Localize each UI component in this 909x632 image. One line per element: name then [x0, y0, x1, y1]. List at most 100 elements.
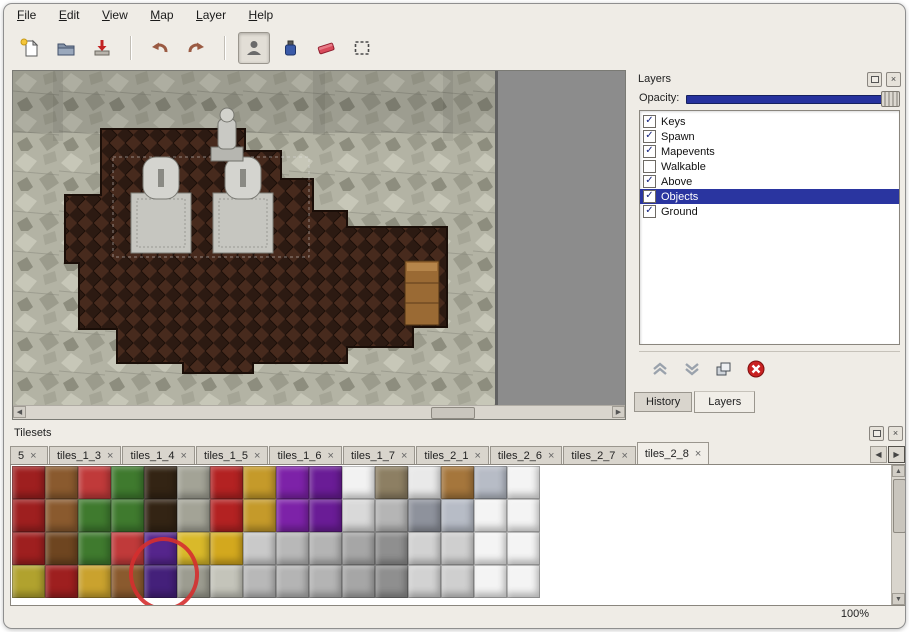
map-horizontal-scrollbar[interactable]: ◀ ▶: [13, 405, 625, 419]
tileset-tab-tiles_1_6[interactable]: tiles_1_6 ×: [269, 446, 341, 464]
save-button[interactable]: [86, 32, 118, 64]
layer-row-mapevents[interactable]: ✓ Mapevents: [640, 144, 899, 159]
duplicate-layer-button[interactable]: [713, 359, 735, 379]
tileset-tile[interactable]: [111, 466, 144, 499]
tileset-tile[interactable]: [144, 565, 177, 598]
tileset-tile[interactable]: [408, 466, 441, 499]
tileset-tile[interactable]: [210, 532, 243, 565]
tileset-tile[interactable]: [342, 499, 375, 532]
layer-checkbox[interactable]: ✓: [643, 130, 656, 143]
tileset-tile[interactable]: [507, 565, 540, 598]
tileset-tile[interactable]: [243, 565, 276, 598]
tileset-vertical-scrollbar[interactable]: ▲ ▼: [891, 465, 906, 605]
opacity-slider[interactable]: [686, 90, 900, 106]
tileset-tile[interactable]: [243, 532, 276, 565]
tileset-tile[interactable]: [375, 466, 408, 499]
new-file-button[interactable]: [14, 32, 46, 64]
tileset-tile[interactable]: [243, 466, 276, 499]
tileset-tile[interactable]: [210, 565, 243, 598]
menu-help[interactable]: Help: [240, 4, 283, 25]
eraser-tool-button[interactable]: [310, 32, 342, 64]
tileset-tab-tiles_1_4[interactable]: tiles_1_4 ×: [122, 446, 194, 464]
tileset-tile[interactable]: [78, 466, 111, 499]
fill-tool-button[interactable]: [274, 32, 306, 64]
tabs-scroll-right-button[interactable]: ▶: [888, 446, 905, 463]
layer-row-objects[interactable]: ✓ Objects: [640, 189, 899, 204]
scroll-right-icon[interactable]: ▶: [612, 406, 625, 418]
close-tab-icon[interactable]: ×: [401, 451, 407, 461]
tileset-tile[interactable]: [507, 532, 540, 565]
tileset-tile[interactable]: [276, 565, 309, 598]
layer-checkbox[interactable]: ✓: [643, 190, 656, 203]
close-tab-icon[interactable]: ×: [548, 451, 554, 461]
tileset-tile[interactable]: [78, 532, 111, 565]
tileset-tile[interactable]: [342, 466, 375, 499]
layer-checkbox[interactable]: [643, 160, 656, 173]
tileset-tile[interactable]: [78, 499, 111, 532]
move-layer-up-button[interactable]: [649, 359, 671, 379]
layer-checkbox[interactable]: ✓: [643, 115, 656, 128]
map-canvas[interactable]: [13, 71, 623, 405]
tileset-tile[interactable]: [144, 499, 177, 532]
close-tab-icon[interactable]: ×: [621, 451, 627, 461]
tileset-tile[interactable]: [342, 565, 375, 598]
close-tab-icon[interactable]: ×: [328, 451, 334, 461]
layer-checkbox[interactable]: ✓: [643, 145, 656, 158]
close-tab-icon[interactable]: ×: [181, 451, 187, 461]
tileset-tab-tiles_2_1[interactable]: tiles_2_1 ×: [416, 446, 488, 464]
redo-button[interactable]: [180, 32, 212, 64]
tileset-tile[interactable]: [474, 532, 507, 565]
tileset-tile[interactable]: [177, 499, 210, 532]
tileset-tile[interactable]: [177, 532, 210, 565]
layer-checkbox[interactable]: ✓: [643, 175, 656, 188]
scroll-down-icon[interactable]: ▼: [892, 593, 905, 605]
tileset-tile[interactable]: [309, 499, 342, 532]
tileset-tile[interactable]: [243, 499, 276, 532]
tileset-tile[interactable]: [177, 466, 210, 499]
layer-checkbox[interactable]: ✓: [643, 205, 656, 218]
layer-row-spawn[interactable]: ✓ Spawn: [640, 129, 899, 144]
tileset-tab-5[interactable]: 5 ×: [10, 446, 48, 464]
tileset-tile[interactable]: [507, 499, 540, 532]
tileset-tile[interactable]: [474, 466, 507, 499]
delete-layer-button[interactable]: [745, 359, 767, 379]
tileset-tile[interactable]: [408, 565, 441, 598]
tileset-tab-tiles_1_3[interactable]: tiles_1_3 ×: [49, 446, 121, 464]
tileset-tile[interactable]: [309, 565, 342, 598]
tileset-tab-tiles_2_8[interactable]: tiles_2_8 ×: [637, 442, 709, 464]
opacity-slider-track[interactable]: [686, 95, 900, 104]
opacity-slider-handle[interactable]: [881, 91, 900, 107]
panel-close-button[interactable]: ×: [888, 426, 903, 441]
tileset-tile[interactable]: [375, 499, 408, 532]
undo-button[interactable]: [144, 32, 176, 64]
tileset-tile[interactable]: [144, 466, 177, 499]
tileset-tile[interactable]: [12, 565, 45, 598]
tileset-tab-tiles_1_5[interactable]: tiles_1_5 ×: [196, 446, 268, 464]
tileset-tile[interactable]: [111, 532, 144, 565]
panel-close-button[interactable]: ×: [886, 72, 901, 87]
menu-view[interactable]: View: [93, 4, 137, 25]
tileset-tile[interactable]: [276, 466, 309, 499]
tileset-tile[interactable]: [12, 466, 45, 499]
menu-edit[interactable]: Edit: [50, 4, 89, 25]
tileset-tile[interactable]: [342, 532, 375, 565]
open-file-button[interactable]: [50, 32, 82, 64]
tileset-tile[interactable]: [441, 565, 474, 598]
tileset-tile[interactable]: [78, 565, 111, 598]
panel-float-button[interactable]: [867, 72, 882, 87]
tileset-vscroll-thumb[interactable]: [893, 479, 906, 533]
tileset-tile[interactable]: [441, 466, 474, 499]
tab-layers[interactable]: Layers: [694, 391, 755, 413]
tileset-tile[interactable]: [45, 565, 78, 598]
tileset-tile[interactable]: [210, 466, 243, 499]
tileset-tile[interactable]: [408, 532, 441, 565]
close-tab-icon[interactable]: ×: [30, 451, 36, 461]
tileset-tile[interactable]: [12, 532, 45, 565]
tileset-tile[interactable]: [375, 565, 408, 598]
move-layer-down-button[interactable]: [681, 359, 703, 379]
tileset-tile[interactable]: [441, 532, 474, 565]
panel-float-button[interactable]: [869, 426, 884, 441]
stamp-tool-button[interactable]: [238, 32, 270, 64]
tabs-scroll-left-button[interactable]: ◀: [870, 446, 887, 463]
tileset-tile[interactable]: [111, 499, 144, 532]
